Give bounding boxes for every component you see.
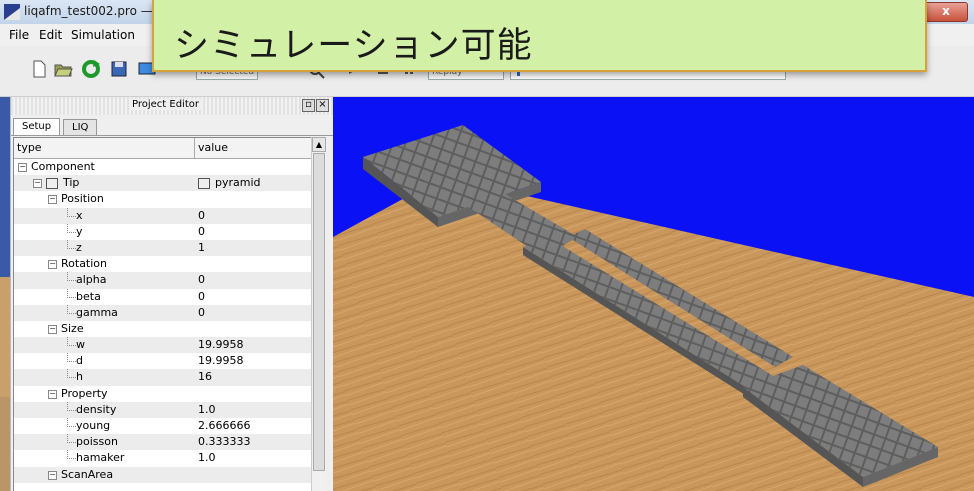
tree-row[interactable]: beta 0: [14, 288, 311, 305]
grid-icon: [198, 178, 210, 190]
tree-row-label: Size: [61, 321, 84, 335]
tree-row[interactable]: d 19.9958: [14, 353, 311, 369]
tree-row-label: gamma: [76, 305, 118, 319]
collapse-toggle-icon[interactable]: −: [48, 470, 57, 480]
tree-row-value[interactable]: pyramid: [215, 175, 261, 191]
close-panel-icon[interactable]: ×: [316, 99, 329, 112]
tree-row-label: ScanArea: [61, 467, 114, 481]
float-panel-icon[interactable]: ▫: [302, 99, 315, 112]
tree-row-value[interactable]: 0: [198, 289, 205, 305]
panel-buttons: ▫ ×: [301, 99, 329, 112]
tree-row-label: z: [76, 240, 82, 254]
tree-row-value[interactable]: 1.0: [198, 450, 216, 466]
tree-row[interactable]: − Component: [14, 159, 311, 175]
panel-title: Project Editor: [129, 99, 202, 110]
annotation-callout: シミュレーション可能: [152, 0, 927, 72]
tree-row[interactable]: − ScanArea: [14, 466, 311, 483]
scroll-up-icon[interactable]: ▲: [312, 137, 326, 152]
menu-simulation[interactable]: Simulation: [71, 28, 135, 42]
tree-row-label: Property: [61, 386, 108, 400]
tree-row[interactable]: gamma 0: [14, 304, 311, 321]
tree-row-value[interactable]: 0: [198, 272, 205, 288]
tree-row-value[interactable]: 19.9958: [198, 337, 244, 353]
tree-row-value[interactable]: 1.0: [198, 402, 216, 418]
tab-liq[interactable]: LIQ: [63, 119, 98, 135]
collapse-toggle-icon[interactable]: −: [18, 163, 27, 172]
column-header-value[interactable]: value: [198, 141, 228, 154]
reload-icon[interactable]: [80, 58, 102, 80]
tree-row-value[interactable]: 19.9958: [198, 353, 244, 369]
scene-render: [333, 97, 974, 491]
tree-row[interactable]: hamaker 1.0: [14, 450, 311, 466]
tree-row[interactable]: w 19.9958: [14, 337, 311, 354]
tree-row-label: beta: [76, 289, 101, 303]
scroll-thumb[interactable]: [313, 153, 325, 471]
tree-row-label: w: [76, 338, 85, 352]
tree-row-label: hamaker: [76, 451, 125, 465]
property-tree[interactable]: type value − Component − Tip pyramid − Positio…: [13, 137, 312, 491]
tree-row-value[interactable]: 0: [198, 208, 205, 224]
tree-row-label: alpha: [76, 273, 107, 287]
tree-row-label: x: [76, 208, 83, 222]
new-file-icon[interactable]: [28, 58, 50, 80]
tree-header: type value: [14, 138, 311, 159]
tree-row[interactable]: x0: [14, 207, 311, 224]
callout-text: シミュレーション可能: [174, 26, 533, 66]
tree-row[interactable]: h 16: [14, 369, 311, 386]
collapse-toggle-icon[interactable]: −: [48, 389, 57, 399]
tree-row-label: Tip: [63, 176, 80, 190]
background-strip: [0, 97, 10, 491]
tree-row-label: Position: [61, 192, 104, 206]
tree-row-label: young: [76, 419, 111, 432]
menu-file[interactable]: File: [9, 28, 29, 42]
tree-row-label: d: [76, 354, 83, 368]
collapse-toggle-icon[interactable]: −: [48, 324, 57, 334]
window-title: liqafm_test002.pro — L: [24, 4, 164, 18]
app-logo-icon: [4, 4, 20, 20]
tree-row[interactable]: − Rotation: [14, 256, 311, 272]
collapse-toggle-icon[interactable]: −: [48, 260, 57, 270]
tree-row[interactable]: y0: [14, 223, 311, 240]
tree-row-label: density: [76, 402, 117, 416]
close-button[interactable]: x: [924, 2, 968, 22]
tree-row[interactable]: density 1.0: [14, 401, 311, 418]
tree-row[interactable]: young 2.666666: [14, 418, 311, 434]
open-folder-icon[interactable]: [52, 58, 74, 80]
3d-viewport[interactable]: [333, 97, 974, 491]
tree-row[interactable]: − Position: [14, 191, 311, 207]
collapse-toggle-icon[interactable]: −: [33, 179, 42, 189]
column-header-type[interactable]: type: [17, 141, 42, 154]
tree-row[interactable]: − Size: [14, 321, 311, 337]
panel-header[interactable]: Project Editor ▫ ×: [11, 97, 333, 115]
tree-row[interactable]: poisson 0.333333: [14, 434, 311, 451]
tree-scrollbar[interactable]: ▲: [311, 137, 326, 491]
tree-row-label: h: [76, 370, 83, 384]
tree-row-value[interactable]: 2.666666: [198, 418, 251, 434]
menu-edit[interactable]: Edit: [39, 28, 62, 42]
grid-icon: [46, 178, 58, 190]
tab-setup[interactable]: Setup: [13, 118, 61, 135]
tree-row-value[interactable]: 1: [198, 240, 205, 256]
tree-row-label: y: [76, 224, 83, 238]
collapse-toggle-icon[interactable]: −: [48, 195, 57, 205]
tree-row[interactable]: alpha 0: [14, 272, 311, 289]
tree-row[interactable]: z1: [14, 239, 311, 257]
tree-row-value[interactable]: 16: [198, 369, 212, 385]
tree-row[interactable]: − Tip pyramid: [14, 175, 311, 192]
tree-row-label: poisson: [76, 435, 118, 449]
tree-row-label: Rotation: [61, 257, 108, 271]
tree-rows: − Component − Tip pyramid − Position x 0 y 0 z 1− Rot…: [14, 159, 311, 483]
tree-row-value[interactable]: 0: [198, 305, 205, 321]
app-window: liqafm_test002.pro — L x File Edit Simul…: [0, 0, 974, 491]
project-editor-panel: Project Editor ▫ × Setup LIQ type value −…: [10, 97, 334, 491]
panel-tabs: Setup LIQ: [11, 117, 333, 136]
tree-row-label: Component: [31, 160, 95, 173]
tree-row-value[interactable]: 0.333333: [198, 434, 251, 450]
save-icon[interactable]: [108, 58, 130, 80]
tree-row[interactable]: − Property: [14, 386, 311, 402]
tree-row-value[interactable]: 0: [198, 224, 205, 240]
